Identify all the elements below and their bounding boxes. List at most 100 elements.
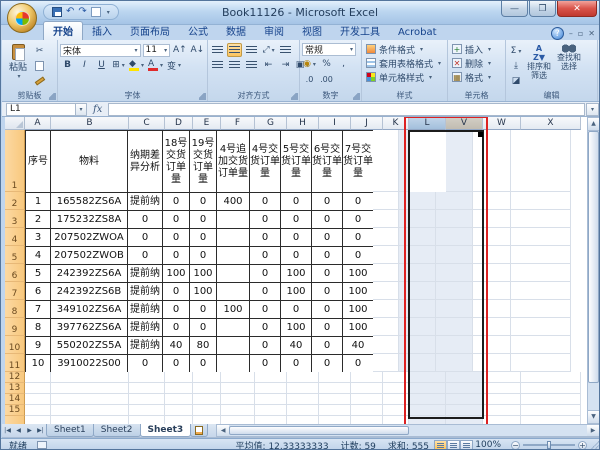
cell-K7[interactable] <box>373 282 399 300</box>
cell-A7[interactable]: 6 <box>25 282 51 301</box>
row-header-12[interactable]: 12 <box>5 372 25 383</box>
tab-data[interactable]: 数据 <box>217 22 255 40</box>
row-header-11[interactable]: 11 <box>5 354 25 372</box>
cell-J12[interactable] <box>351 372 383 383</box>
accounting-format-button[interactable]: ◉ ▾ <box>302 57 317 71</box>
cell-J2[interactable]: 0 <box>342 192 374 211</box>
zoom-in-icon[interactable]: + <box>578 440 587 449</box>
cell-X14[interactable] <box>521 394 581 405</box>
zoom-out-icon[interactable]: − <box>511 440 520 449</box>
cell-B2[interactable]: 165582ZS6A <box>50 192 128 211</box>
cell-A1[interactable]: 序号 <box>25 130 51 193</box>
cell-I10[interactable]: 0 <box>311 336 343 355</box>
cell-G14[interactable] <box>255 394 287 405</box>
cell-B1[interactable]: 物料 <box>50 130 128 193</box>
cell-G7[interactable]: 0 <box>249 282 281 301</box>
cell-A9[interactable]: 8 <box>25 318 51 337</box>
cell-I1[interactable]: 6号交货订单量 <box>311 130 343 193</box>
cell-W16[interactable] <box>483 416 521 424</box>
cell-K4[interactable] <box>373 228 399 246</box>
increase-indent-button[interactable]: ⇥ <box>278 58 293 72</box>
cell-X5[interactable] <box>511 246 571 264</box>
cell-B5[interactable]: 207502ZWOB <box>50 246 128 265</box>
tab-page-layout[interactable]: 页面布局 <box>121 22 179 40</box>
col-header-W[interactable]: W <box>483 117 521 130</box>
cell-B6[interactable]: 242392ZS6A <box>50 264 128 283</box>
cell-B3[interactable]: 175232ZS8A <box>50 210 128 229</box>
cell-I5[interactable]: 0 <box>311 246 343 265</box>
align-bottom-button[interactable] <box>244 43 259 57</box>
zoom-thumb[interactable] <box>547 441 551 449</box>
cell-D5[interactable]: 0 <box>162 246 190 265</box>
delete-cells-button[interactable]: ✕ 删除 ▾ <box>450 56 503 70</box>
cell-E15[interactable] <box>193 405 221 416</box>
cut-button[interactable]: ✂ <box>32 44 47 58</box>
cell-H1[interactable]: 5号交货订单量 <box>280 130 312 193</box>
cell-H14[interactable] <box>287 394 319 405</box>
row-header-1[interactable]: 1 <box>5 130 25 192</box>
cell-D9[interactable]: 0 <box>162 318 190 337</box>
align-left-button[interactable] <box>210 58 225 72</box>
cell-B10[interactable]: 550202ZS5A <box>50 336 128 355</box>
row-header-14[interactable]: 14 <box>5 394 25 405</box>
format-painter-button[interactable] <box>32 74 47 88</box>
last-sheet-icon[interactable]: ▶| <box>35 424 46 437</box>
cell-G5[interactable]: 0 <box>249 246 281 265</box>
scroll-down-icon[interactable]: ▼ <box>588 410 599 423</box>
decrease-decimal-button[interactable]: .00 <box>319 72 334 86</box>
col-header-H[interactable]: H <box>287 117 319 130</box>
cell-B14[interactable] <box>51 394 129 405</box>
cell-C4[interactable]: 0 <box>127 228 163 247</box>
fx-icon[interactable]: fx <box>93 104 102 115</box>
close-button[interactable]: ✕ <box>557 1 597 17</box>
workbook-restore-button[interactable]: ▫ <box>578 29 583 38</box>
cell-J11[interactable]: 0 <box>342 354 374 373</box>
cell-F10[interactable] <box>216 336 250 355</box>
shrink-font-button[interactable]: A↓ <box>190 43 205 57</box>
cell-D6[interactable]: 100 <box>162 264 190 283</box>
cell-F6[interactable] <box>216 264 250 283</box>
cell-G13[interactable] <box>255 383 287 394</box>
font-dialog-launcher[interactable] <box>199 93 206 100</box>
cell-I3[interactable]: 0 <box>311 210 343 229</box>
row-header-3[interactable]: 3 <box>5 210 25 228</box>
prev-sheet-icon[interactable]: ◀ <box>13 424 24 437</box>
cell-I15[interactable] <box>319 405 351 416</box>
scroll-left-icon[interactable]: ◀ <box>217 425 230 436</box>
cell-X6[interactable] <box>511 264 571 282</box>
cell-F5[interactable] <box>216 246 250 265</box>
minimize-button[interactable]: — <box>501 1 528 17</box>
cell-K3[interactable] <box>373 210 399 228</box>
cell-G9[interactable]: 0 <box>249 318 281 337</box>
cell-B12[interactable] <box>51 372 129 383</box>
formula-input[interactable] <box>108 102 585 116</box>
decrease-indent-button[interactable]: ⇤ <box>261 58 276 72</box>
cell-F4[interactable] <box>216 228 250 247</box>
cell-F9[interactable] <box>216 318 250 337</box>
cell-K9[interactable] <box>373 318 399 336</box>
cell-J1[interactable]: 7号交货订单量 <box>342 130 374 193</box>
cell-H16[interactable] <box>287 416 319 424</box>
restore-button[interactable]: ❐ <box>529 1 556 17</box>
cell-E4[interactable]: 0 <box>189 228 217 247</box>
cell-G4[interactable]: 0 <box>249 228 281 247</box>
cell-I6[interactable]: 0 <box>311 264 343 283</box>
cell-C6[interactable]: 提前纳 <box>127 264 163 283</box>
resize-grip[interactable] <box>590 440 599 449</box>
cell-D14[interactable] <box>165 394 193 405</box>
page-layout-view-button[interactable] <box>447 440 460 449</box>
cell-B8[interactable]: 349102ZS6A <box>50 300 128 319</box>
clear-button[interactable]: ◪ <box>508 74 524 88</box>
cell-H9[interactable]: 100 <box>280 318 312 337</box>
cell-H13[interactable] <box>287 383 319 394</box>
sheet-tab-sheet3[interactable]: Sheet3 <box>139 424 192 437</box>
cell-H6[interactable]: 100 <box>280 264 312 283</box>
font-color-button[interactable]: A ▾ <box>147 58 164 72</box>
cell-X12[interactable] <box>521 372 581 383</box>
cell-E16[interactable] <box>193 416 221 424</box>
cell-X13[interactable] <box>521 383 581 394</box>
zoom-level[interactable]: 100% <box>475 440 501 449</box>
cell-X1[interactable] <box>511 130 571 192</box>
cell-F3[interactable] <box>216 210 250 229</box>
cell-E3[interactable]: 0 <box>189 210 217 229</box>
